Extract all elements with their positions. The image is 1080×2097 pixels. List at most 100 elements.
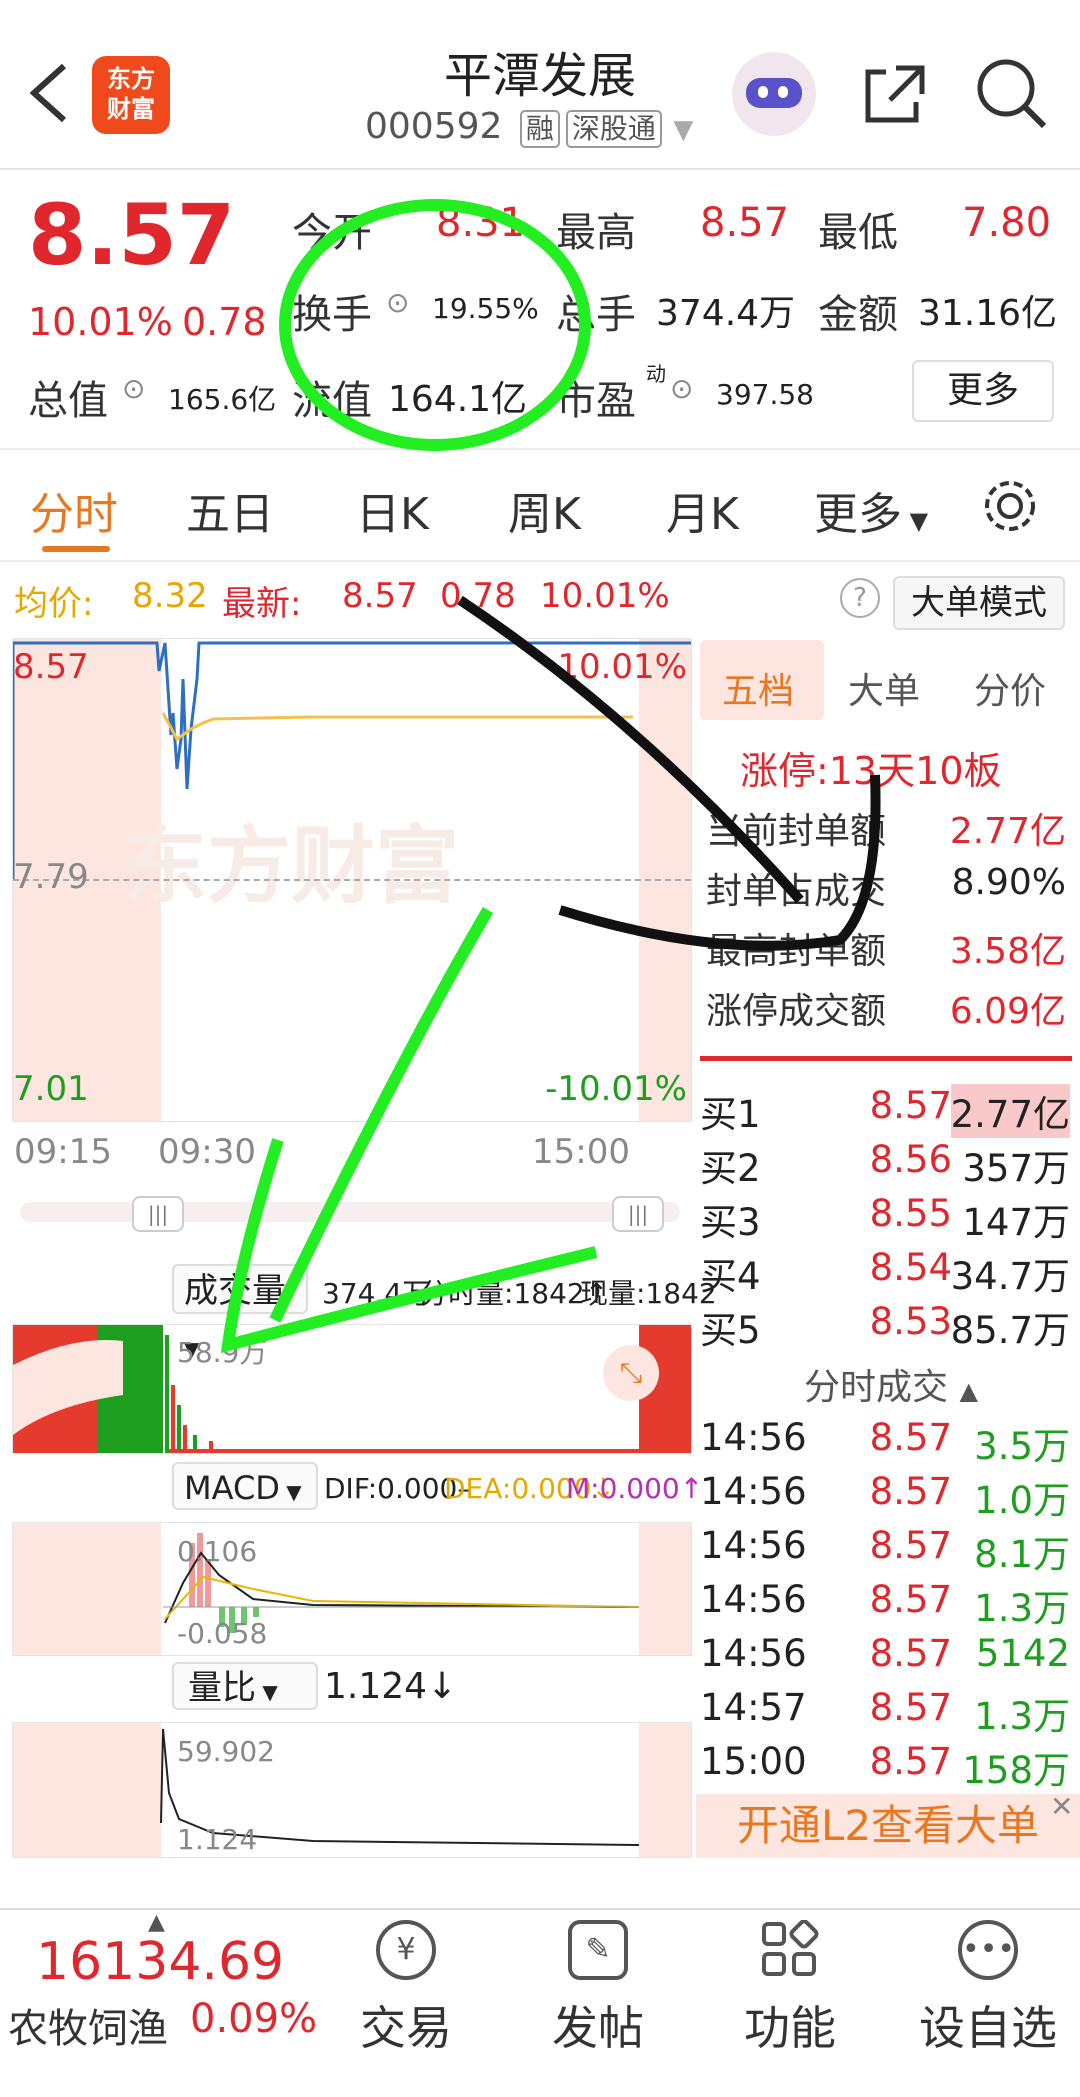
tab-day-k[interactable]: 日K: [356, 478, 429, 542]
nav-functions[interactable]: 功能: [730, 1919, 850, 2058]
low-label: 最低: [818, 210, 898, 256]
amount-value: 31.16亿: [918, 293, 1058, 334]
avg-price-value: 8.32: [132, 576, 208, 616]
max-seal-value: 3.58亿: [949, 931, 1066, 972]
tab-intraday[interactable]: 分时: [30, 478, 118, 542]
volume-bars: [13, 1325, 691, 1453]
yen-exchange-icon: ¥: [376, 1920, 436, 1980]
info-dots-icon[interactable]: ⊙: [386, 286, 409, 319]
quote-panel: 8.57 10.01% 0.78 今开 8.31 最高 8.57 最低 7.80…: [0, 170, 1080, 450]
volume-indicator-select[interactable]: 成交量 ▼: [172, 1264, 308, 1361]
bid-row: 买3 8.55 147万: [700, 1192, 1070, 1244]
ratio-line: [160, 1728, 640, 1846]
tick-row: 14:57 8.57 1.3万: [700, 1686, 1070, 1738]
bid-row: 买1 8.57 2.77亿: [700, 1084, 1070, 1138]
slider-left-handle[interactable]: |||: [132, 1196, 184, 1232]
last-price: 8.57: [28, 186, 236, 284]
x-label-0915: 09:15: [14, 1132, 112, 1172]
amount-label: 金额: [818, 292, 898, 338]
tab-month-k[interactable]: 月K: [666, 478, 739, 542]
big-order-mode-button[interactable]: 大单模式: [893, 576, 1065, 630]
ratio-chart[interactable]: 59.902 1.124: [12, 1722, 692, 1858]
tick-row: 15:00 8.57 158万: [700, 1740, 1070, 1792]
robot-assistant-icon[interactable]: [732, 52, 816, 136]
stock-code-line: 000592 融深股通 ▼: [365, 106, 693, 148]
edit-icon: ✎: [568, 1920, 628, 1980]
latest-pct-value: 10.01%: [540, 576, 670, 616]
tab-price-dist[interactable]: 分价: [974, 662, 1046, 714]
limit-up-info: 涨停:13天10板: [740, 749, 1002, 793]
avg-price-label: 均价:: [14, 584, 94, 624]
nav-post[interactable]: ✎ 发帖: [538, 1920, 658, 2058]
connect-tag: 深股通: [565, 110, 662, 148]
divider: [700, 1056, 1072, 1061]
help-icon[interactable]: ?: [840, 578, 880, 618]
ratio-value: 1.124↓: [324, 1666, 458, 1707]
active-tab-indicator: [42, 546, 110, 552]
macd-lines: [163, 1533, 640, 1633]
settings-gear-icon[interactable]: [980, 476, 1040, 536]
dropdown-caret-icon[interactable]: ▼: [673, 115, 693, 145]
ratio-bottom-label: 1.124: [177, 1823, 258, 1856]
pe-value: 397.58: [716, 378, 814, 411]
l2-upgrade-banner[interactable]: 开通L2查看大单: [696, 1794, 1080, 1858]
float-value: 164.1亿: [388, 379, 528, 420]
volume-max-label: 58.9万: [177, 1336, 268, 1369]
pe-label: 市盈: [556, 378, 636, 424]
price-chart[interactable]: 东方财富 8.57 10.01% 7.79 7.01 -10.01%: [12, 638, 692, 1122]
y-bottom-pct-label: -10.01%: [545, 1069, 687, 1109]
slider-right-handle[interactable]: |||: [612, 1196, 664, 1232]
ratio-indicator-select[interactable]: 量比 ▼: [172, 1662, 318, 1710]
close-icon[interactable]: ✕: [1050, 1790, 1073, 1823]
nav-add-watchlist[interactable]: ••• 设自选: [918, 1920, 1058, 2058]
ratio-top-label: 59.902: [177, 1735, 275, 1768]
mktcap-value: 165.6亿: [168, 383, 277, 416]
tab-week-k[interactable]: 周K: [508, 478, 581, 542]
more-button[interactable]: 更多: [912, 360, 1054, 422]
high-label: 最高: [556, 210, 636, 256]
nav-trade[interactable]: ¥ 交易: [346, 1920, 466, 2058]
volume-chart[interactable]: 58.9万 ⤡: [12, 1324, 692, 1454]
macd-bottom-label: -0.058: [177, 1617, 268, 1650]
info-dots-icon[interactable]: ⊙: [122, 372, 145, 405]
tab-big-orders[interactable]: 大单: [848, 662, 920, 714]
open-value: 8.31: [436, 200, 526, 246]
y-bottom-label: 7.01: [13, 1069, 89, 1109]
macd-m: M:0.000↑: [566, 1472, 704, 1505]
time-range-slider[interactable]: [20, 1202, 680, 1222]
volume-total: 374.4万: [322, 1277, 431, 1310]
tab-level5[interactable]: 五档: [722, 662, 794, 714]
turnover-label: 换手: [292, 292, 372, 338]
margin-tag: 融: [519, 110, 560, 148]
latest-price-value: 8.57: [342, 576, 418, 616]
limit-turnover-label: 涨停成交额: [706, 991, 887, 1032]
limit-turnover-value: 6.09亿: [949, 991, 1066, 1032]
low-value: 7.80: [962, 200, 1052, 246]
tab-five-day[interactable]: 五日: [186, 478, 274, 542]
open-label: 今开: [292, 210, 372, 256]
macd-indicator-select[interactable]: MACD ▼: [172, 1462, 318, 1510]
period-tabs: 分时 五日 日K 周K 月K 更多 ▼: [0, 450, 1080, 562]
max-seal-label: 最高封单额: [706, 931, 887, 972]
info-dots-icon[interactable]: ⊙: [670, 372, 693, 405]
tab-more[interactable]: 更多 ▼: [814, 478, 928, 542]
stock-code: 000592: [365, 106, 503, 147]
seal-amount-value: 2.77亿: [949, 811, 1066, 852]
x-label-1500: 15:00: [532, 1132, 630, 1172]
expand-chart-icon[interactable]: ⤡: [603, 1345, 659, 1401]
tick-row: 14:56 8.57 8.1万: [700, 1524, 1070, 1576]
search-icon[interactable]: [974, 56, 1050, 132]
ticks-title[interactable]: 分时成交 ▲: [804, 1358, 978, 1410]
index-name: 农牧饲渔: [8, 2006, 168, 2052]
index-value[interactable]: 16134.69: [36, 1932, 284, 1992]
seal-ratio-value: 8.90%: [951, 862, 1066, 903]
high-value: 8.57: [700, 200, 790, 246]
grid-icon: [760, 1919, 820, 1980]
volume-value: 374.4万: [656, 293, 796, 334]
latest-change-value: 0.78: [440, 576, 516, 616]
mktcap-label: 总值: [28, 378, 108, 424]
macd-chart[interactable]: 0.106 -0.058: [12, 1522, 692, 1656]
bid-row: 买2 8.56 357万: [700, 1138, 1070, 1190]
share-icon[interactable]: [860, 58, 930, 128]
y-mid-label: 7.79: [13, 857, 89, 897]
